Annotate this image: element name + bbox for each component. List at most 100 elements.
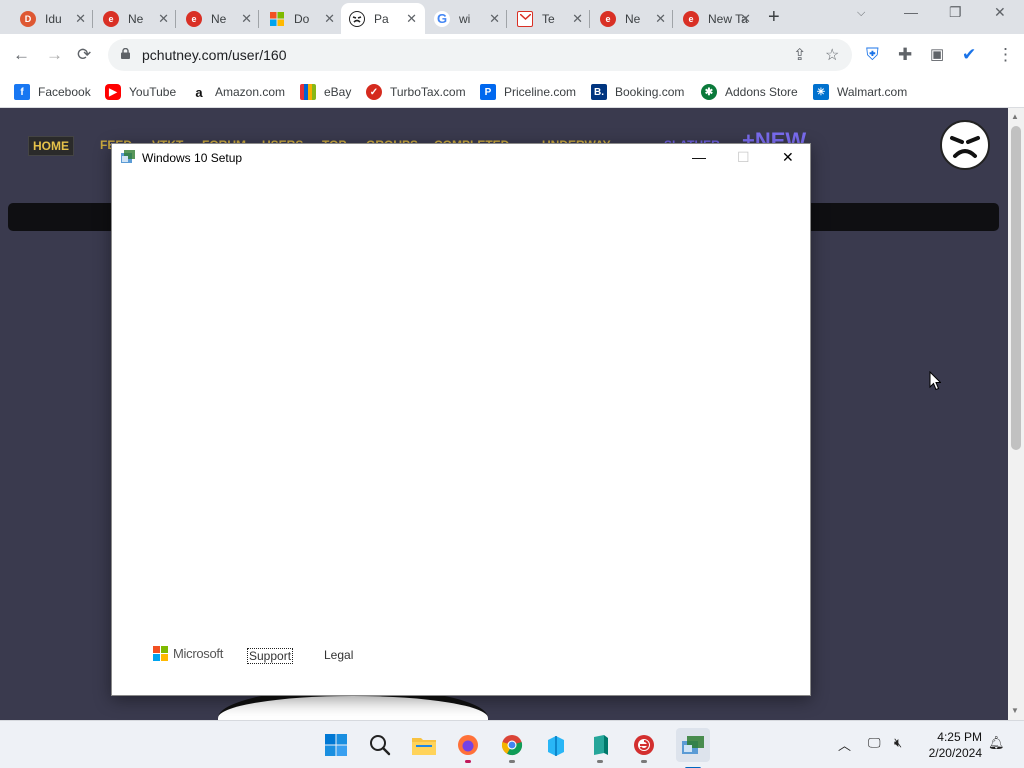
url-text[interactable]: pchutney.com/user/160 [142,47,287,63]
start-icon[interactable] [324,733,348,757]
browser-tab[interactable]: G wi ✕ [426,3,508,34]
bookmark-walmart[interactable]: ✳ Walmart.com [813,82,907,102]
browser-tab[interactable]: e New Tal ✕ [675,3,759,34]
mascot-icon [349,10,365,27]
back-arrow-icon[interactable]: ← [13,44,30,66]
tab-title: Te [542,11,555,26]
tab-title: Ne [211,11,227,26]
bookmark-label: Priceline.com [504,85,577,99]
close-tab-icon[interactable]: ✕ [406,11,417,27]
bookmark-booking[interactable]: B. Booking.com [591,82,684,102]
close-tab-icon[interactable]: ✕ [324,11,335,27]
tab-search-chevron-icon[interactable]: ⌵ [857,7,865,20]
duckduckgo-icon: D [20,10,36,27]
new-tab-plus-icon[interactable]: + [768,6,780,29]
pchutney-icon: e [683,10,699,27]
browser-tab[interactable]: e Ne ✕ [95,3,177,34]
minimize-icon[interactable]: — [904,4,918,20]
facebook-icon: f [14,84,30,100]
bookmark-star-icon[interactable]: ☆ [825,45,839,65]
user-avatar[interactable] [940,120,990,170]
tab-title: Pa [374,11,389,26]
setup-close-icon[interactable]: ✕ [782,149,794,166]
bookmark-label: eBay [324,85,352,99]
setup-minimize-icon[interactable]: — [692,149,706,165]
hidden-icons-chevron-icon[interactable]: ︿ [838,735,851,754]
network-icon[interactable]: 🖵 [868,735,881,751]
tab-title: wi [459,11,471,26]
chrome-icon[interactable] [500,733,524,763]
browser-tab[interactable]: e Ne ✕ [592,3,674,34]
share-icon[interactable]: ⇪ [793,45,806,65]
app-blue-icon[interactable] [544,733,568,757]
pchutney-app-icon[interactable] [632,733,656,763]
search-icon[interactable] [368,733,392,757]
close-tab-icon[interactable]: ✕ [158,11,169,27]
restore-icon[interactable]: ❐ [949,4,962,21]
browser-tab-active[interactable]: Pa ✕ [341,3,425,34]
microsoft-icon [269,11,285,27]
page-scrollbar[interactable]: ▲ ▼ [1008,108,1024,720]
side-panel-icon[interactable]: ▣ [930,44,944,66]
bookmark-priceline[interactable]: P Priceline.com [480,82,576,102]
browser-tab[interactable]: Do ✕ [261,3,343,34]
close-tab-icon[interactable]: ✕ [740,11,751,27]
close-tab-icon[interactable]: ✕ [489,11,500,27]
bookmark-youtube[interactable]: ▶ YouTube [105,82,176,102]
ebay-icon [300,84,316,100]
browser-tab[interactable]: Te ✕ [509,3,591,34]
close-window-icon[interactable]: ✕ [994,4,1006,21]
taskbar: ︿ 🖵 🔇︎ 4:25 PM 2/20/2024 🔔︎ [0,720,1024,768]
close-tab-icon[interactable]: ✕ [655,11,666,27]
windows-setup-window: Windows 10 Setup — ☐ ✕ Microsoft Support… [111,143,811,696]
google-icon: G [434,10,450,27]
tab-title: Ne [625,11,641,26]
scrollbar-thumb[interactable] [1011,126,1021,450]
forward-arrow-icon[interactable]: → [46,44,63,66]
bookmark-addons-store[interactable]: ✱ Addons Store [701,82,798,102]
browser-tab[interactable]: D Idu ✕ [12,3,94,34]
address-bar[interactable]: pchutney.com/user/160 ⇪ ☆ [108,39,852,71]
scroll-up-icon[interactable]: ▲ [1011,112,1019,121]
setup-maximize-icon: ☐ [737,149,750,165]
close-tab-icon[interactable]: ✕ [572,11,583,27]
booking-icon: B. [591,84,607,100]
lock-icon [121,48,130,59]
pchutney-icon: e [186,10,202,27]
tab-title: Idu [45,11,62,26]
volume-muted-icon[interactable]: 🔇︎ [894,735,902,751]
microsoft-logo-icon [153,646,168,661]
tab-title: Do [294,11,310,26]
bookmark-turbotax[interactable]: ✓ TurboTax.com [366,82,466,102]
app-teal-icon[interactable] [588,733,612,763]
bookmark-ebay[interactable]: eBay [300,82,351,102]
tab-strip: D Idu ✕ e Ne ✕ e Ne ✕ Do ✕ Pa ✕ G wi ✕ T… [0,0,1024,34]
reload-icon[interactable]: ⟳ [77,44,91,66]
legal-link[interactable]: Legal [324,648,353,662]
close-tab-icon[interactable]: ✕ [75,11,86,27]
notifications-bell-icon[interactable]: 🔔︎ [988,735,1005,751]
close-tab-icon[interactable]: ✕ [241,11,252,27]
bookmark-amazon[interactable]: a Amazon.com [191,82,285,102]
clock[interactable]: 4:25 PM 2/20/2024 [924,729,982,761]
scroll-down-icon[interactable]: ▼ [1011,706,1019,715]
support-link[interactable]: Support [247,648,294,664]
bookmark-label: Booking.com [615,85,685,99]
bookmark-label: Facebook [38,85,91,99]
security-extension-icon[interactable]: ✔ [962,44,976,66]
menu-kebab-icon[interactable]: ⋮ [997,44,1014,66]
nav-home-link[interactable]: HOME [28,136,74,156]
addons-icon: ✱ [701,84,717,100]
file-explorer-icon[interactable] [412,733,436,757]
windows-setup-taskbar-icon[interactable] [676,728,710,768]
browser-tab[interactable]: e Ne ✕ [178,3,260,34]
firefox-icon[interactable] [456,733,480,763]
extension-shield-icon[interactable]: ⛨ [866,44,879,66]
turbotax-icon: ✓ [366,84,382,100]
youtube-icon: ▶ [105,84,121,100]
bookmark-facebook[interactable]: f Facebook [14,82,91,102]
extensions-puzzle-icon[interactable]: ✚ [898,44,912,66]
bookmarks-bar: f Facebook ▶ YouTube a Amazon.com eBay ✓… [0,76,1024,108]
bookmark-label: Walmart.com [837,85,908,99]
setup-titlebar[interactable]: Windows 10 Setup — ☐ ✕ [112,144,810,172]
